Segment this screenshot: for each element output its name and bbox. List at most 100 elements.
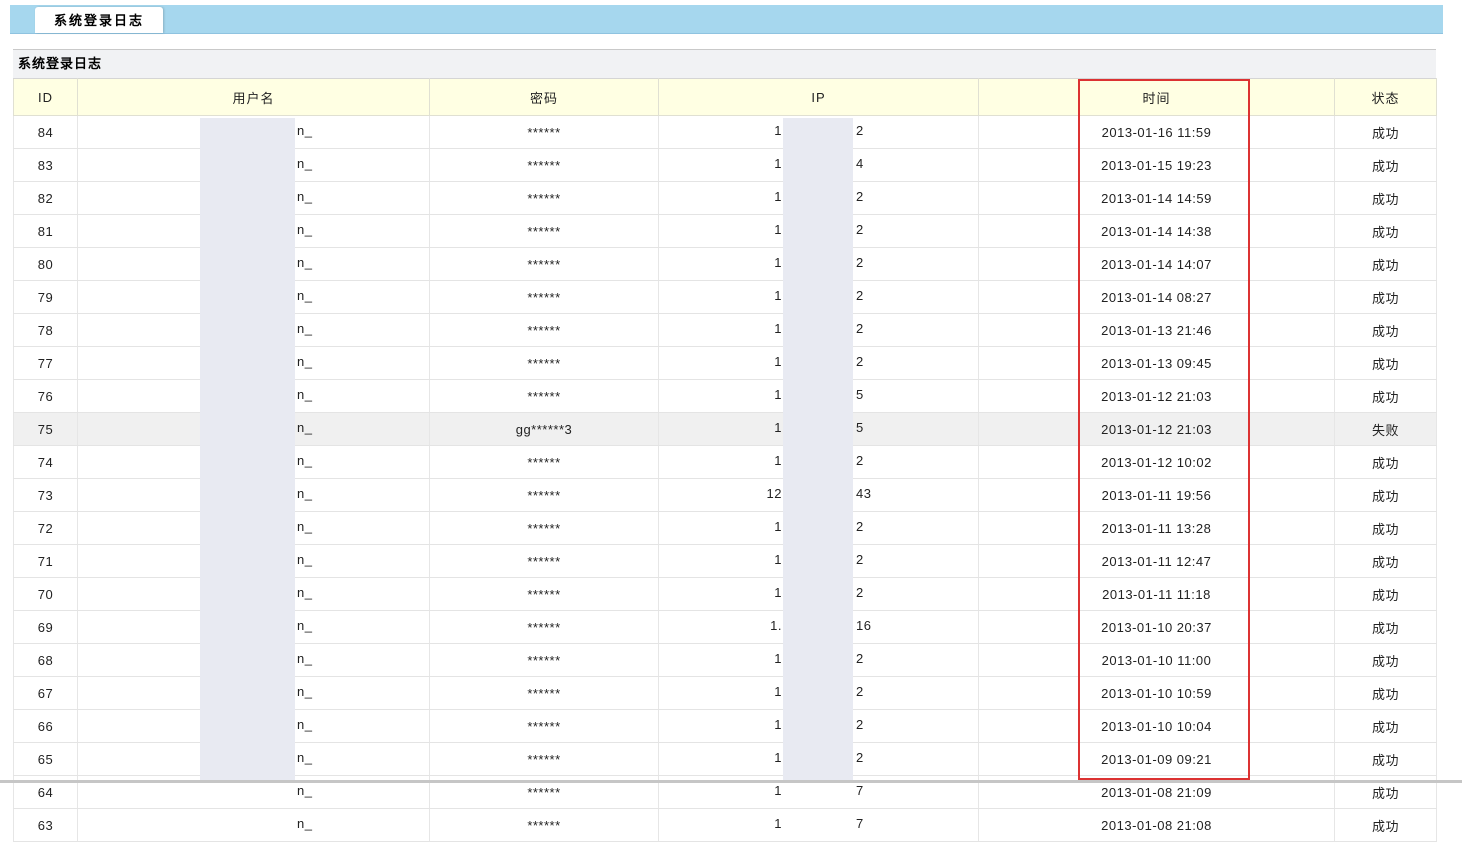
cell-username: n_ [78, 413, 430, 446]
cell-username: n_ [78, 347, 430, 380]
cell-time: 2013-01-09 09:21 [979, 743, 1335, 776]
section-title: 系统登录日志 [13, 49, 1436, 78]
table-row: 66n_******122013-01-10 10:04成功 [14, 710, 1437, 743]
cell-ip: 15 [659, 413, 979, 446]
ip-suffix-text: 2 [856, 710, 864, 740]
cell-username: n_ [78, 446, 430, 479]
cell-time: 2013-01-13 09:45 [979, 347, 1335, 380]
cell-ip: 12 [659, 314, 979, 347]
username-visible-text: n_ [297, 677, 312, 707]
cell-time: 2013-01-13 21:46 [979, 314, 1335, 347]
cell-id: 75 [14, 413, 78, 446]
cell-ip: 14 [659, 149, 979, 182]
cell-password: ****** [430, 578, 659, 611]
cell-password: ****** [430, 809, 659, 842]
table-row: 65n_******122013-01-09 09:21成功 [14, 743, 1437, 776]
ip-prefix-text: 1. [770, 611, 782, 641]
table-row: 79n_******122013-01-14 08:27成功 [14, 281, 1437, 314]
cell-password: ****** [430, 479, 659, 512]
cell-ip: 12 [659, 644, 979, 677]
table-row: 72n_******122013-01-11 13:28成功 [14, 512, 1437, 545]
cell-username: n_ [78, 809, 430, 842]
ip-suffix-text: 2 [856, 281, 864, 311]
username-visible-text: n_ [297, 479, 312, 509]
cell-status: 成功 [1335, 116, 1437, 149]
cell-time: 2013-01-14 14:38 [979, 215, 1335, 248]
cell-password: ****** [430, 182, 659, 215]
cell-status: 成功 [1335, 677, 1437, 710]
cell-password: ****** [430, 545, 659, 578]
ip-suffix-text: 2 [856, 182, 864, 212]
cell-time: 2013-01-14 14:59 [979, 182, 1335, 215]
table-row: 80n_******122013-01-14 14:07成功 [14, 248, 1437, 281]
cell-username: n_ [78, 149, 430, 182]
cell-username: n_ [78, 479, 430, 512]
cell-username: n_ [78, 677, 430, 710]
ip-prefix-text: 1 [774, 578, 782, 608]
cell-password: ****** [430, 314, 659, 347]
cell-time: 2013-01-08 21:08 [979, 809, 1335, 842]
cell-ip: 12 [659, 281, 979, 314]
login-log-table: ID用户名密码IP时间状态 84n_******122013-01-16 11:… [13, 78, 1437, 842]
ip-prefix-text: 1 [774, 281, 782, 311]
username-visible-text: n_ [297, 281, 312, 311]
cell-id: 65 [14, 743, 78, 776]
cell-password: ****** [430, 281, 659, 314]
username-visible-text: n_ [297, 413, 312, 443]
cell-password: ****** [430, 512, 659, 545]
username-visible-text: n_ [297, 611, 312, 641]
cell-status: 成功 [1335, 314, 1437, 347]
cell-username: n_ [78, 314, 430, 347]
table-row: 69n_******1.162013-01-10 20:37成功 [14, 611, 1437, 644]
ip-suffix-text: 2 [856, 347, 864, 377]
cell-username: n_ [78, 380, 430, 413]
cell-time: 2013-01-11 11:18 [979, 578, 1335, 611]
table-row: 83n_******142013-01-15 19:23成功 [14, 149, 1437, 182]
ip-suffix-text: 2 [856, 545, 864, 575]
cell-password: ****** [430, 347, 659, 380]
cell-status: 成功 [1335, 347, 1437, 380]
cell-status: 成功 [1335, 479, 1437, 512]
column-header-time: 时间 [979, 79, 1335, 116]
table-row: 67n_******122013-01-10 10:59成功 [14, 677, 1437, 710]
cell-username: n_ [78, 248, 430, 281]
cell-status: 成功 [1335, 182, 1437, 215]
ip-prefix-text: 1 [774, 116, 782, 146]
ip-suffix-text: 4 [856, 149, 864, 179]
ip-prefix-text: 1 [774, 743, 782, 773]
cell-password: ****** [430, 677, 659, 710]
cell-status: 成功 [1335, 611, 1437, 644]
username-visible-text: n_ [297, 314, 312, 344]
cell-id: 77 [14, 347, 78, 380]
ip-suffix-text: 2 [856, 677, 864, 707]
cell-status: 成功 [1335, 809, 1437, 842]
cell-ip: 12 [659, 347, 979, 380]
table-row: 77n_******122013-01-13 09:45成功 [14, 347, 1437, 380]
ip-suffix-text: 43 [856, 479, 871, 509]
cell-time: 2013-01-10 11:00 [979, 644, 1335, 677]
table-row: 74n_******122013-01-12 10:02成功 [14, 446, 1437, 479]
ip-prefix-text: 1 [774, 380, 782, 410]
cell-status: 成功 [1335, 578, 1437, 611]
tab-system-login-log[interactable]: 系统登录日志 [35, 7, 163, 33]
cell-time: 2013-01-12 21:03 [979, 380, 1335, 413]
cell-username: n_ [78, 545, 430, 578]
column-header-id: ID [14, 79, 78, 116]
cell-password: ****** [430, 611, 659, 644]
cell-username: n_ [78, 116, 430, 149]
cell-password: ****** [430, 149, 659, 182]
cell-time: 2013-01-15 19:23 [979, 149, 1335, 182]
cell-username: n_ [78, 644, 430, 677]
log-table-body: 84n_******122013-01-16 11:59成功83n_******… [14, 116, 1437, 842]
cell-status: 成功 [1335, 215, 1437, 248]
ip-prefix-text: 1 [774, 644, 782, 674]
cell-time: 2013-01-14 08:27 [979, 281, 1335, 314]
ip-suffix-text: 5 [856, 380, 864, 410]
cell-username: n_ [78, 512, 430, 545]
cell-time: 2013-01-12 21:03 [979, 413, 1335, 446]
column-header-password: 密码 [430, 79, 659, 116]
cell-ip: 12 [659, 743, 979, 776]
username-visible-text: n_ [297, 644, 312, 674]
cell-ip: 17 [659, 809, 979, 842]
cell-id: 73 [14, 479, 78, 512]
